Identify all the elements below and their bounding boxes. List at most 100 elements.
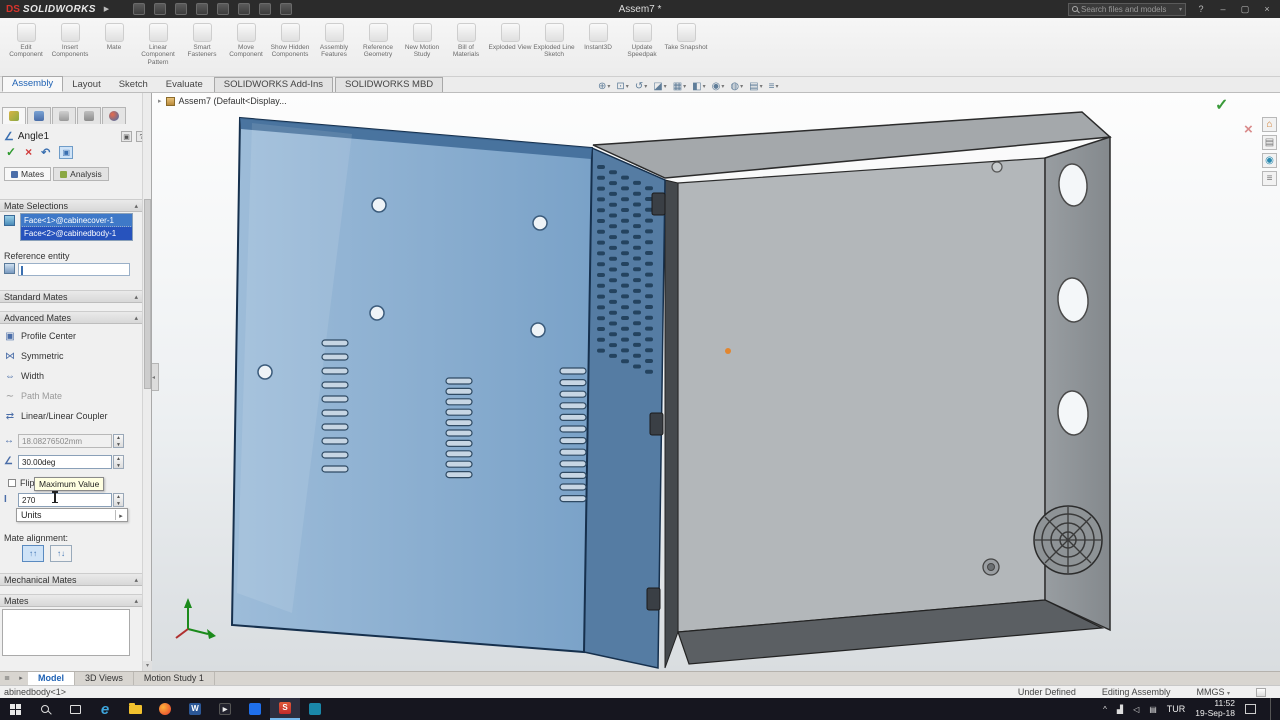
- show-desktop-button[interactable]: [1270, 698, 1274, 720]
- aligned-button[interactable]: ↑↑: [22, 545, 44, 562]
- propertymanager-tab[interactable]: [27, 107, 51, 124]
- redo-icon[interactable]: [238, 3, 250, 15]
- hud-icon[interactable]: ◉▾: [712, 81, 725, 92]
- open-icon[interactable]: [154, 3, 166, 15]
- section-advanced-mates[interactable]: Advanced Mates▴: [0, 311, 142, 324]
- hud-icon[interactable]: ≡▾: [769, 81, 779, 92]
- dimxpertmanager-tab[interactable]: [77, 107, 101, 124]
- save-icon[interactable]: [175, 3, 187, 15]
- selection-item[interactable]: Face<1>@cabinecover-1: [21, 214, 132, 227]
- minimize-button[interactable]: –: [1216, 4, 1230, 14]
- mate-type-item[interactable]: ⋈ Symmetric: [4, 346, 138, 366]
- search-input[interactable]: Search files and models ▾: [1068, 3, 1186, 16]
- file-explorer-button[interactable]: [120, 698, 150, 720]
- mate-type-item[interactable]: ∼ Path Mate: [4, 386, 138, 406]
- tab-mates[interactable]: Mates: [4, 167, 51, 181]
- ribbon-button[interactable]: Edit Component: [4, 21, 48, 59]
- hidden-icons-caret[interactable]: ^: [1103, 705, 1107, 714]
- graphics-viewport[interactable]: ▸ Assem7 (Default<Display...: [152, 93, 1280, 671]
- angle-input[interactable]: 30.00deg: [18, 455, 112, 469]
- command-tab[interactable]: SOLIDWORKS Add-Ins: [214, 77, 333, 92]
- mate-selections-list[interactable]: Face<1>@cabinecover-1 Face<2>@cabinedbod…: [20, 213, 133, 241]
- hud-icon[interactable]: ▦▾: [673, 81, 686, 92]
- confirm-ok-icon[interactable]: ✓: [1215, 95, 1228, 115]
- flip-checkbox[interactable]: [8, 479, 16, 487]
- volume-icon[interactable]: ◁: [1133, 705, 1139, 714]
- app-blue-button[interactable]: [240, 698, 270, 720]
- mate-type-item[interactable]: ⇄ Linear/Linear Coupler: [4, 406, 138, 426]
- hud-icon[interactable]: ◍▾: [730, 81, 743, 92]
- ribbon-button[interactable]: Update Speedpak: [620, 21, 664, 59]
- browser-button[interactable]: [150, 698, 180, 720]
- distance-input[interactable]: 18.08276502mm: [18, 434, 112, 448]
- viewport-close-icon[interactable]: ×: [1244, 121, 1253, 138]
- network-icon[interactable]: ▟: [1117, 705, 1123, 714]
- taskbar-search-button[interactable]: [30, 698, 60, 720]
- section-mate-selections[interactable]: Mate Selections▴: [0, 199, 142, 212]
- section-standard-mates[interactable]: Standard Mates▴: [0, 290, 142, 303]
- cabinet-body[interactable]: [593, 112, 1110, 668]
- tab-list-icon[interactable]: ≣: [0, 672, 14, 685]
- ribbon-button[interactable]: Take Snapshot: [664, 21, 708, 51]
- selection-item[interactable]: Face<2>@cabinedbody-1: [21, 227, 132, 240]
- hud-icon[interactable]: ⊡▾: [616, 81, 628, 92]
- ribbon-button[interactable]: Bill of Materials: [444, 21, 488, 59]
- rebuild-icon[interactable]: [259, 3, 271, 15]
- close-button[interactable]: ×: [1260, 4, 1274, 14]
- breadcrumb-expand-icon[interactable]: ▸: [158, 97, 162, 105]
- cabinet-cover[interactable]: [232, 118, 665, 668]
- app-teal-button[interactable]: [300, 698, 330, 720]
- limit-spinner[interactable]: ▲▼: [113, 493, 124, 507]
- task-view-button[interactable]: [60, 698, 90, 720]
- angle-spinner[interactable]: ▲▼: [113, 455, 124, 469]
- displaymanager-tab[interactable]: [102, 107, 126, 124]
- word-button[interactable]: W: [180, 698, 210, 720]
- anti-aligned-button[interactable]: ↑↓: [50, 545, 72, 562]
- dropdown-arrow-icon[interactable]: ▸: [115, 510, 126, 520]
- new-document-icon[interactable]: [133, 3, 145, 15]
- units-status[interactable]: MMGS ▾: [1196, 687, 1230, 697]
- ribbon-button[interactable]: Exploded Line Sketch: [532, 21, 576, 59]
- panel-collapse-handle[interactable]: ◂: [152, 363, 159, 391]
- ribbon-button[interactable]: Show Hidden Components: [268, 21, 312, 59]
- 3d-model-scene[interactable]: [152, 93, 1280, 671]
- search-dropdown-icon[interactable]: ▾: [1179, 6, 1182, 13]
- pushpin-icon[interactable]: ▣: [121, 131, 132, 142]
- ribbon-button[interactable]: Assembly Features: [312, 21, 356, 59]
- hud-icon[interactable]: ↺▾: [635, 81, 647, 92]
- options-icon[interactable]: [280, 3, 292, 15]
- help-icon[interactable]: ?: [1194, 4, 1208, 14]
- appearances-icon[interactable]: ◉: [1262, 153, 1277, 168]
- mate-type-item[interactable]: ▣ Profile Center: [4, 326, 138, 346]
- command-tab[interactable]: Evaluate: [157, 78, 212, 92]
- document-tab[interactable]: Motion Study 1: [134, 672, 215, 685]
- scrollbar-thumb[interactable]: [144, 199, 151, 389]
- hud-icon[interactable]: ◪▾: [653, 81, 666, 92]
- mate-type-item[interactable]: ⇔ Width: [4, 366, 138, 386]
- edge-browser-button[interactable]: e: [90, 698, 120, 720]
- cancel-button[interactable]: ×: [25, 145, 32, 159]
- action-center-icon[interactable]: [1245, 704, 1256, 714]
- print-icon[interactable]: [196, 3, 208, 15]
- tray-app-icon[interactable]: ▤: [1149, 705, 1157, 714]
- language-indicator[interactable]: TUR: [1167, 704, 1186, 714]
- units-dropdown[interactable]: Units ▸: [16, 508, 128, 522]
- status-grid-icon[interactable]: [1256, 688, 1266, 697]
- command-tab[interactable]: Layout: [63, 78, 110, 92]
- section-mates[interactable]: Mates▴: [0, 594, 142, 607]
- ok-button[interactable]: ✓: [6, 145, 16, 159]
- ribbon-button[interactable]: Mate: [92, 21, 136, 51]
- custom-properties-icon[interactable]: ≡: [1262, 171, 1277, 186]
- undo-icon[interactable]: [217, 3, 229, 15]
- ribbon-button[interactable]: New Motion Study: [400, 21, 444, 59]
- clock[interactable]: 11:52 19-Sep-18: [1195, 699, 1235, 719]
- ribbon-button[interactable]: Exploded View: [488, 21, 532, 51]
- section-mechanical-mates[interactable]: Mechanical Mates▴: [0, 573, 142, 586]
- featuremanager-tree-tab[interactable]: [2, 107, 26, 124]
- ribbon-button[interactable]: Reference Geometry: [356, 21, 400, 59]
- ribbon-button[interactable]: Linear Component Pattern: [136, 21, 180, 66]
- breadcrumb[interactable]: ▸ Assem7 (Default<Display...: [158, 96, 287, 106]
- keep-visible-toggle[interactable]: ▣: [59, 146, 73, 159]
- limit-input[interactable]: 270: [18, 493, 112, 507]
- design-library-icon[interactable]: ▤: [1262, 135, 1277, 150]
